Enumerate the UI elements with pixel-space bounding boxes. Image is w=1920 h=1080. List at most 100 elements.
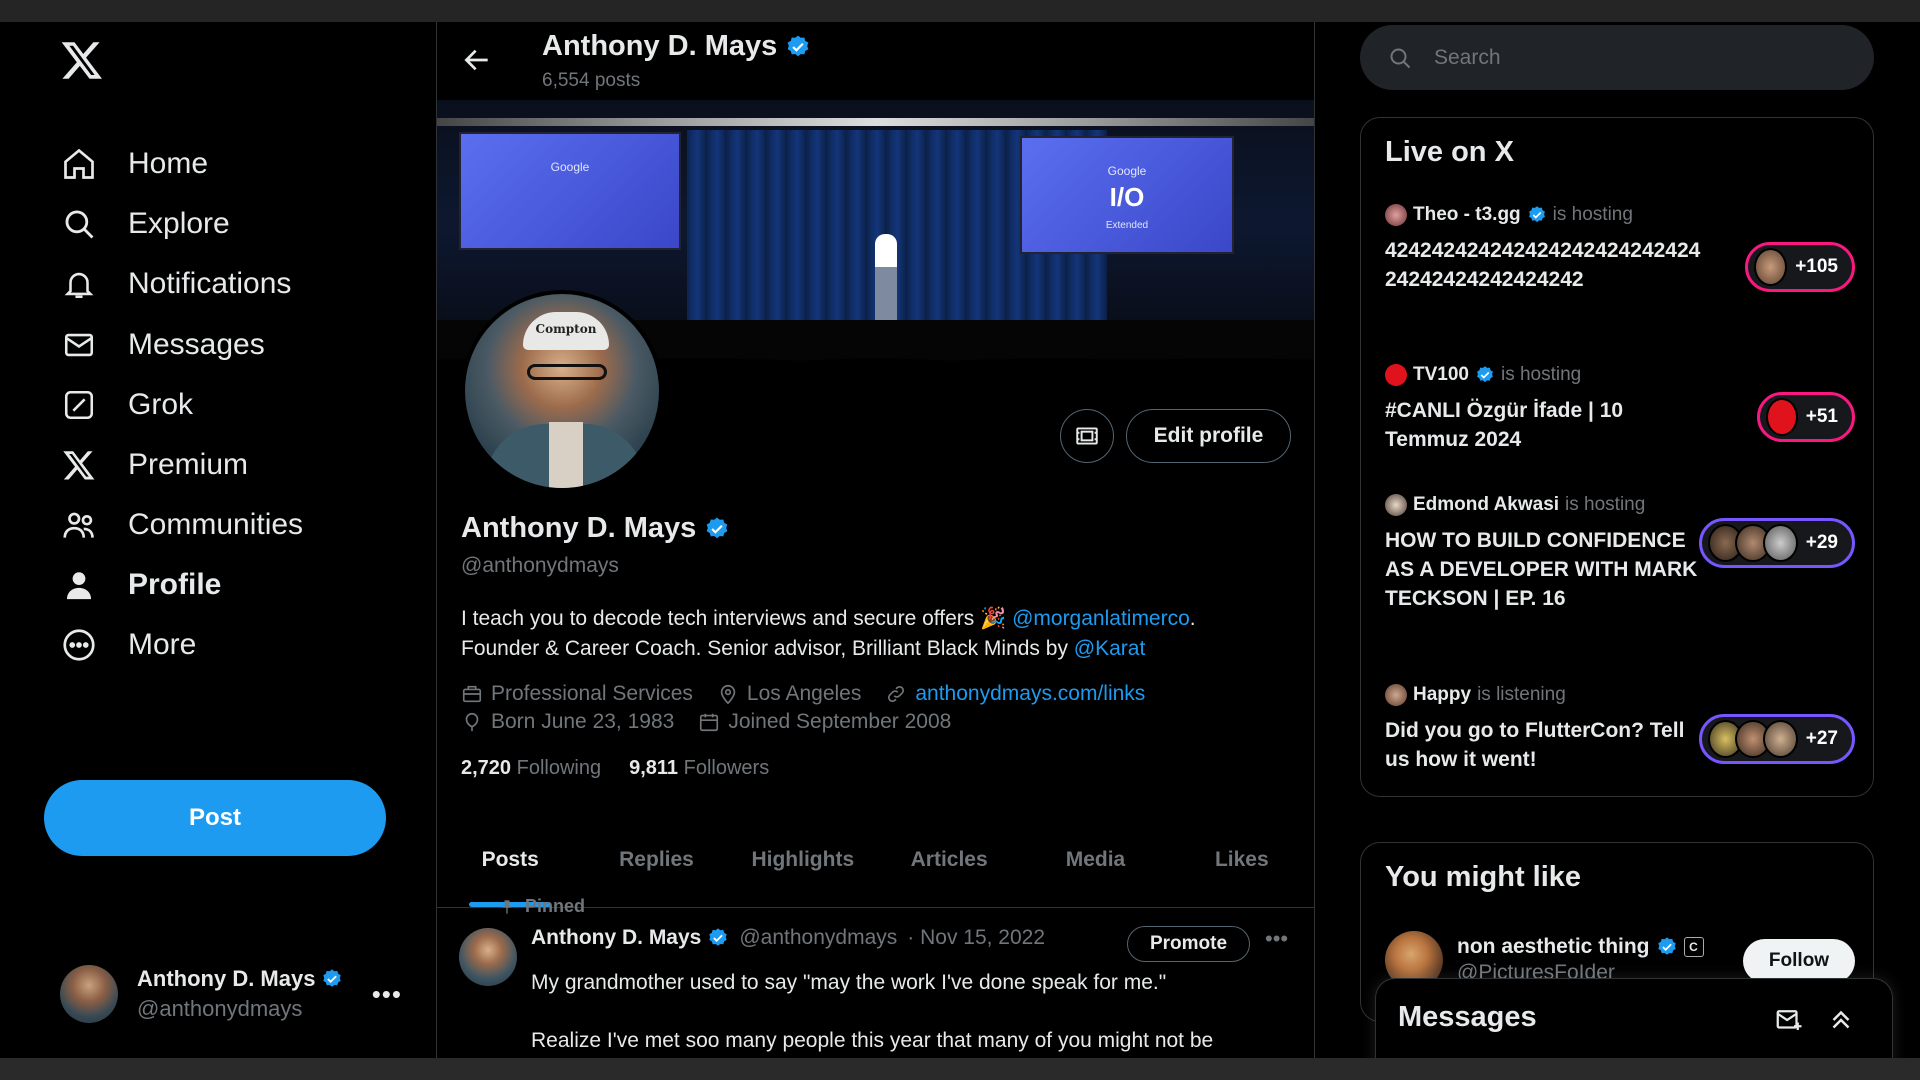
host-name: Edmond Akwasi bbox=[1413, 494, 1560, 515]
window-bottom-band bbox=[0, 1058, 1920, 1080]
pin-icon bbox=[502, 899, 512, 914]
nav-label: Premium bbox=[128, 448, 249, 481]
listener-pill[interactable]: +51 bbox=[1757, 392, 1855, 442]
media-frame-icon bbox=[1076, 427, 1098, 445]
host-status: is hosting bbox=[1500, 364, 1582, 385]
messages-drawer[interactable]: Messages bbox=[1375, 978, 1893, 1058]
profile-handle: @anthonydmays bbox=[461, 554, 619, 577]
live-space-item[interactable]: Theo - t3.gg is hosting 4242424242424242… bbox=[1385, 204, 1855, 316]
tab-likes[interactable]: Likes bbox=[1169, 812, 1314, 907]
space-title: HOW TO BUILD CONFIDENCE AS A DEVELOPER W… bbox=[1385, 529, 1698, 610]
listener-count: +29 bbox=[1805, 532, 1838, 553]
more-dots-icon[interactable]: ••• bbox=[1265, 926, 1288, 952]
tab-media[interactable]: Media bbox=[1022, 812, 1168, 907]
tab-posts[interactable]: Posts bbox=[437, 812, 583, 907]
person-icon bbox=[58, 564, 100, 606]
avatar bbox=[1762, 720, 1798, 758]
space-title: #CANLI Özgür İfade | 10 Temmuz 2024 bbox=[1385, 399, 1624, 451]
x-logo-icon[interactable] bbox=[60, 38, 104, 82]
tab-highlights[interactable]: Highlights bbox=[730, 812, 876, 907]
avatar bbox=[1385, 364, 1407, 386]
account-handle: @anthonydmays bbox=[137, 996, 303, 1021]
profile-avatar[interactable]: Compton bbox=[461, 290, 663, 492]
grok-icon bbox=[58, 384, 100, 426]
x-app: Home Explore Notifications Messages Grok… bbox=[0, 22, 1920, 1058]
card-title: You might like bbox=[1385, 861, 1582, 893]
suggested-name: non aesthetic thing bbox=[1457, 935, 1650, 958]
account-switcher[interactable]: Anthony D. Mays @anthonydmays ••• bbox=[60, 961, 410, 1027]
nav-label: Grok bbox=[128, 388, 194, 421]
back-arrow-icon[interactable] bbox=[461, 44, 497, 80]
nav-label: Messages bbox=[128, 328, 265, 361]
analytics-button[interactable] bbox=[1060, 409, 1114, 463]
profile-meta: Professional Services Los Angeles anthon… bbox=[461, 682, 1169, 706]
avatar bbox=[1766, 398, 1798, 436]
nav-communities[interactable]: Communities bbox=[58, 495, 303, 555]
following-link[interactable]: 2,720 Following bbox=[461, 757, 601, 780]
listener-count: +27 bbox=[1805, 728, 1838, 749]
host-name: Happy bbox=[1413, 684, 1472, 705]
nav-messages[interactable]: Messages bbox=[58, 315, 265, 375]
nav-label: Notifications bbox=[128, 267, 292, 300]
header-name: Anthony D. Mays bbox=[542, 30, 778, 62]
search-input[interactable]: Search bbox=[1434, 46, 1501, 70]
follow-button[interactable]: Follow bbox=[1743, 939, 1855, 983]
people-icon bbox=[58, 504, 100, 546]
profile-website-link[interactable]: anthonydmays.com/links bbox=[915, 682, 1145, 706]
tweet-author-name[interactable]: Anthony D. Mays bbox=[531, 926, 701, 950]
listener-pill[interactable]: +29 bbox=[1699, 518, 1855, 568]
balloon-icon bbox=[465, 712, 479, 732]
tweet-date[interactable]: · Nov 15, 2022 bbox=[907, 926, 1045, 950]
nav-grok[interactable]: Grok bbox=[58, 375, 193, 435]
host-name: Theo - t3.gg bbox=[1413, 204, 1521, 225]
new-message-icon[interactable] bbox=[1774, 1005, 1804, 1040]
verified-badge-icon bbox=[1527, 205, 1547, 225]
post-button[interactable]: Post bbox=[44, 780, 386, 856]
nav-home[interactable]: Home bbox=[58, 134, 208, 194]
stage-lights bbox=[437, 118, 1314, 126]
verified-badge-icon bbox=[1475, 365, 1495, 385]
tweet-author-handle: @anthonydmays bbox=[739, 926, 898, 949]
nav-profile[interactable]: Profile bbox=[58, 555, 221, 615]
bio-mention-link[interactable]: @morganlatimerco bbox=[1012, 607, 1190, 630]
nav-more[interactable]: More bbox=[58, 615, 196, 675]
verified-badge-icon[interactable] bbox=[704, 516, 730, 542]
pinned-label: Pinned bbox=[499, 896, 585, 917]
card-title: Live on X bbox=[1385, 136, 1514, 168]
promote-button[interactable]: Promote bbox=[1127, 926, 1250, 962]
live-space-item[interactable]: Edmond Akwasi is hosting HOW TO BUILD CO… bbox=[1385, 494, 1855, 644]
profile-bio: I teach you to decode tech interviews an… bbox=[461, 607, 1196, 660]
avatar bbox=[1385, 684, 1407, 706]
tab-replies[interactable]: Replies bbox=[583, 812, 729, 907]
nav-premium[interactable]: Premium bbox=[58, 435, 248, 495]
stage-screen: Google bbox=[459, 132, 681, 250]
nav-label: Profile bbox=[128, 568, 222, 601]
more-circle-icon bbox=[58, 624, 100, 666]
listener-pill[interactable]: +105 bbox=[1745, 242, 1855, 292]
live-on-x-card: Live on X Theo - t3.gg is hosting 424242… bbox=[1360, 117, 1874, 797]
verified-badge-icon bbox=[707, 927, 729, 949]
more-dots-icon[interactable]: ••• bbox=[372, 979, 402, 1010]
bio-mention-link[interactable]: @Karat bbox=[1074, 637, 1146, 660]
search-icon bbox=[58, 203, 100, 245]
followers-link[interactable]: 9,811 Followers bbox=[629, 757, 769, 780]
x-logo-icon bbox=[58, 444, 100, 486]
live-space-item[interactable]: Happy is listening Did you go to Flutter… bbox=[1385, 684, 1855, 774]
profile-name: Anthony D. Mays bbox=[461, 512, 697, 544]
tab-articles[interactable]: Articles bbox=[876, 812, 1022, 907]
search-bar[interactable]: Search bbox=[1360, 25, 1874, 90]
affiliate-badge-icon: C bbox=[1683, 937, 1704, 957]
host-status: is hosting bbox=[1565, 494, 1646, 515]
profile-category: Professional Services bbox=[491, 682, 693, 705]
edit-profile-button[interactable]: Edit profile bbox=[1126, 409, 1291, 463]
listener-count: +105 bbox=[1795, 256, 1838, 277]
listener-pill[interactable]: +27 bbox=[1699, 714, 1855, 764]
live-space-item[interactable]: TV100 is hosting #CANLI Özgür İfade | 10… bbox=[1385, 364, 1855, 456]
nav-notifications[interactable]: Notifications bbox=[58, 254, 291, 314]
verified-badge-icon bbox=[321, 968, 343, 990]
chevron-up-icon[interactable] bbox=[1826, 1005, 1856, 1040]
nav-explore[interactable]: Explore bbox=[58, 194, 230, 254]
host-status: is hosting bbox=[1552, 204, 1633, 225]
tweet-avatar[interactable] bbox=[459, 928, 517, 986]
host-status: is listening bbox=[1477, 684, 1566, 705]
